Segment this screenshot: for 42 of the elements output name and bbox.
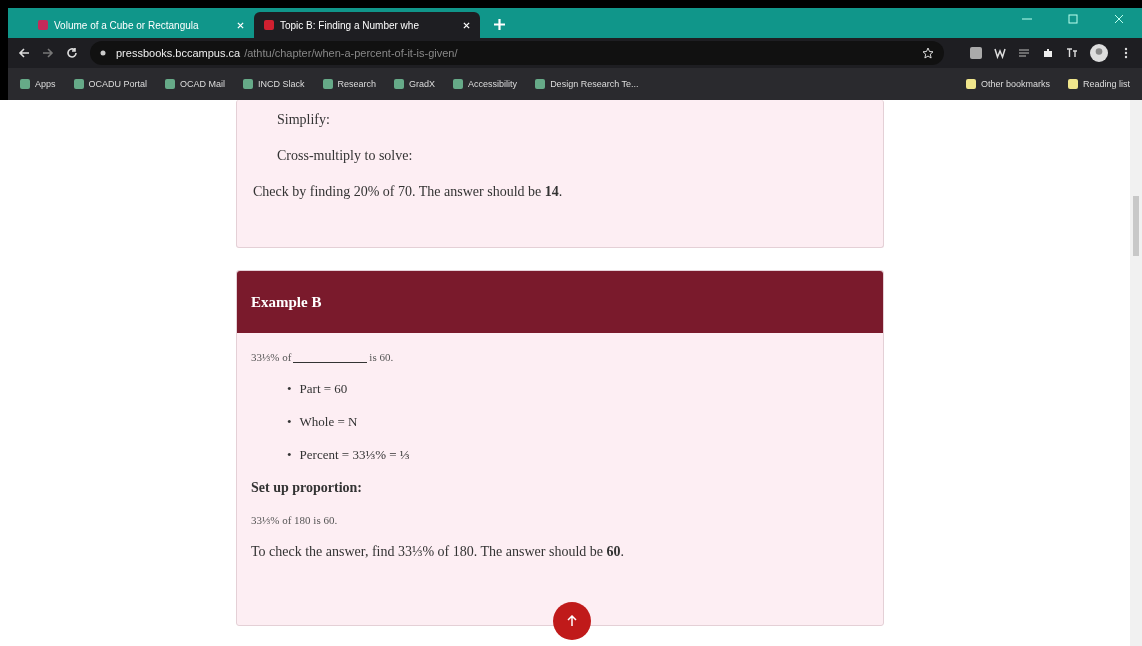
bookmark-link[interactable]: OCAD Mail — [165, 79, 226, 89]
new-tab-icon[interactable] — [494, 19, 505, 30]
bullet-marker: • — [287, 381, 292, 398]
scrollbar[interactable] — [1130, 100, 1142, 646]
bullet-item: Part = 60 — [299, 381, 348, 398]
check-text: Check by finding 20% of 70. The answer should be 14. — [253, 184, 564, 200]
back-icon[interactable] — [18, 47, 30, 59]
bookmark-link[interactable]: Reading list — [1067, 79, 1130, 89]
bookmark-link[interactable]: Apps — [20, 79, 56, 89]
bullet-marker: • — [287, 413, 292, 431]
site-icon — [264, 20, 274, 30]
star-icon[interactable] — [922, 47, 934, 59]
example-title: Example B — [237, 271, 883, 333]
lines-icon[interactable] — [1018, 47, 1030, 59]
statement-text: 33⅓% of 180 is 60. — [251, 513, 339, 526]
bookmark-link[interactable]: Research — [322, 79, 377, 89]
bullet-item: Percent = 33⅓% = ⅓ — [299, 446, 410, 464]
bookmark-link[interactable]: Design Research Te... — [535, 79, 639, 89]
bookmark-link[interactable]: Other bookmarks — [965, 79, 1050, 89]
bookmark-link[interactable]: INCD Slack — [243, 79, 305, 89]
bookmark-link[interactable]: GradX — [394, 79, 436, 89]
bullet-marker: • — [287, 446, 292, 464]
address-bar[interactable]: pressbooks.bccampus.ca /athtu/chapter/when-a-percent-of-it-is-given/ — [90, 41, 944, 65]
section-heading: Set up proportion: — [251, 479, 363, 496]
bullet-item: Whole = N — [299, 413, 358, 431]
browser-tab[interactable]: Topic B: Finding a Number whe — [254, 12, 480, 38]
step-text: Simplify: — [277, 112, 331, 128]
forward-icon[interactable] — [42, 47, 54, 59]
step-text: Cross-multiply to solve: — [277, 148, 414, 164]
avatar-icon[interactable] — [1090, 44, 1108, 62]
arrow-up-icon — [567, 615, 577, 627]
problem-text: 33⅓% of — [251, 351, 292, 363]
scroll-to-top-button[interactable] — [553, 602, 591, 640]
browser-tab[interactable]: Volume of a Cube or Rectangula — [28, 12, 254, 38]
site-icon — [38, 20, 48, 30]
problem-text: is 60. — [369, 351, 394, 363]
bookmark-link[interactable]: OCADU Portal — [73, 79, 148, 89]
bookmark-link[interactable]: Accessibility — [453, 79, 518, 89]
letter-w-icon[interactable] — [994, 47, 1006, 59]
reload-icon[interactable] — [66, 47, 78, 59]
lock-icon — [100, 50, 106, 56]
check-text: To check the answer, find 33⅓% of 180. The answer should be 60. — [251, 543, 625, 560]
